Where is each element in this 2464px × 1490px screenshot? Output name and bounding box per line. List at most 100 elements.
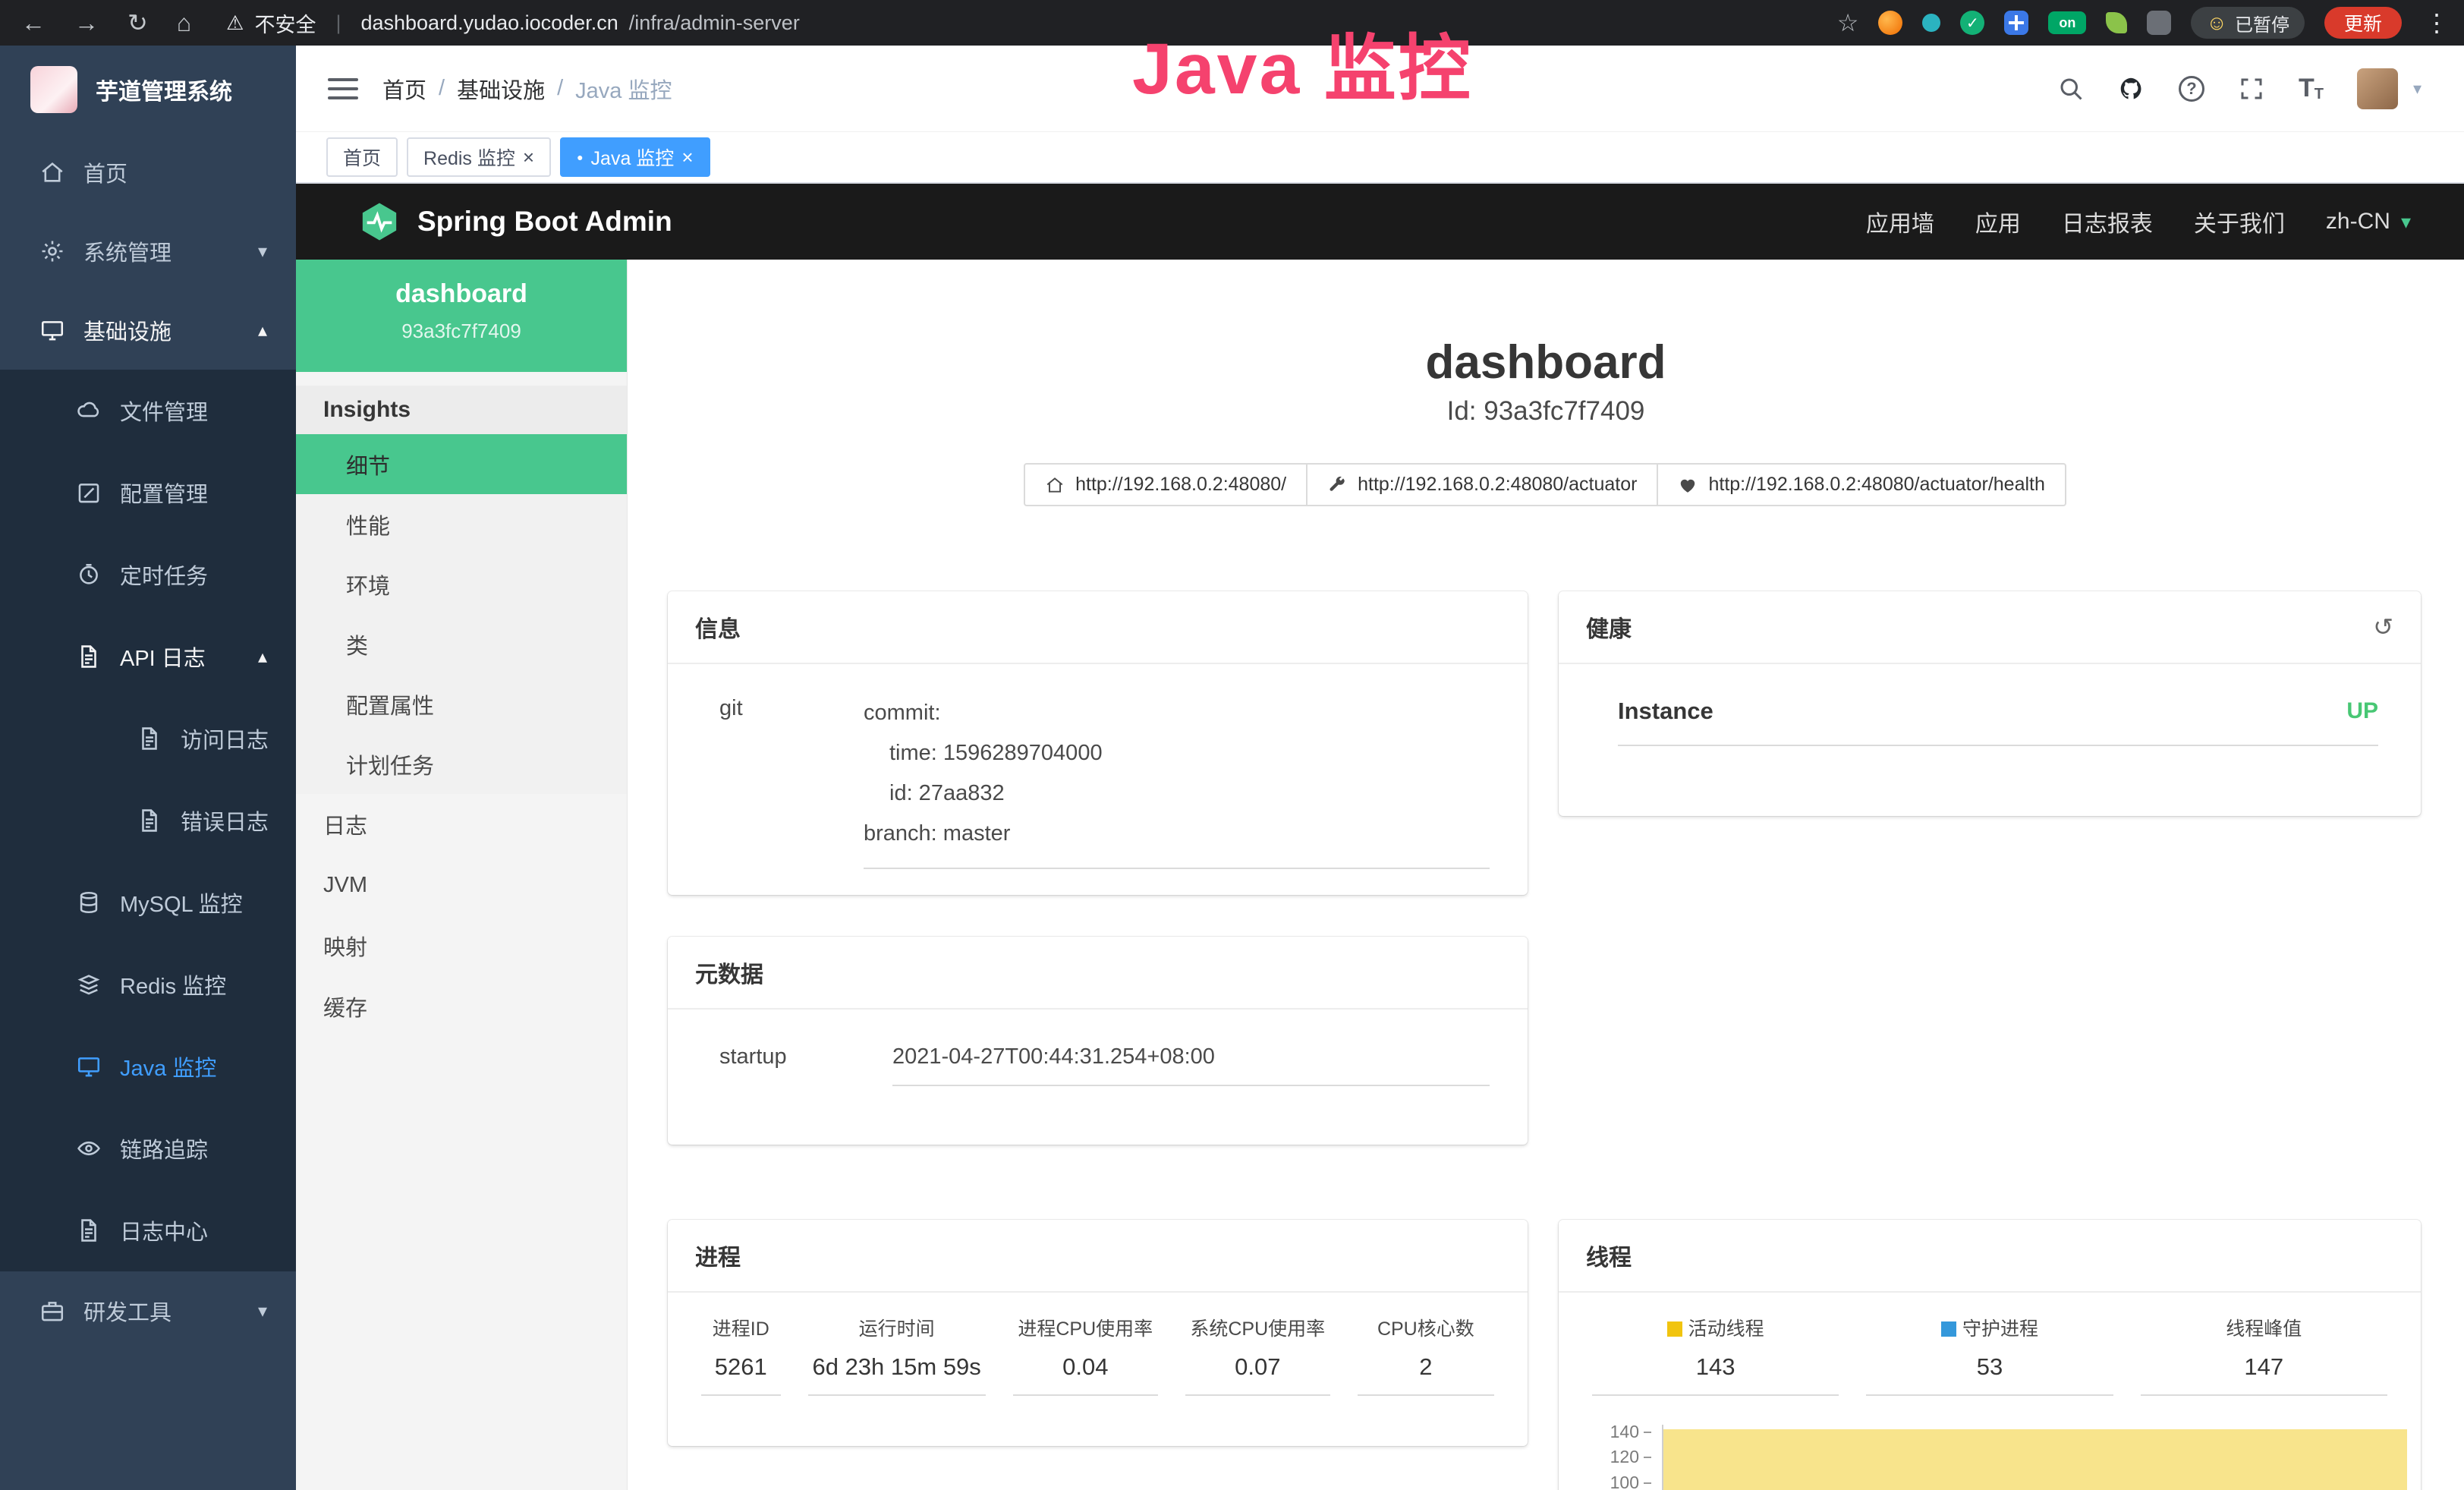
font-size-icon[interactable]: TT: [2299, 74, 2324, 103]
breadcrumb-home[interactable]: 首页: [382, 73, 426, 105]
browser-back-button[interactable]: ←: [21, 9, 46, 37]
browser-menu-icon[interactable]: ⋮: [2425, 8, 2449, 37]
process-card-title: 进程: [695, 1239, 741, 1272]
sba-locale-select[interactable]: zh-CN: [2326, 209, 2390, 235]
service-url-button[interactable]: http://192.168.0.2:48080/: [1024, 463, 1308, 506]
legend-yellow-icon: [1667, 1321, 1682, 1337]
avatar[interactable]: [2357, 68, 2398, 109]
live-threads-label: 活动线程: [1578, 1314, 1852, 1341]
process-pid-value: 5261: [701, 1353, 781, 1396]
sidebar-item-dev-tools[interactable]: 研发工具 ▾: [0, 1271, 296, 1350]
sba-sidebar-item-environment[interactable]: 环境: [296, 554, 627, 614]
bookmark-star-icon[interactable]: ☆: [1837, 8, 1859, 37]
sidebar-item-file-mgmt[interactable]: 文件管理: [0, 370, 296, 452]
sba-nav-wallboard[interactable]: 应用墙: [1866, 205, 1934, 238]
sba-main: dashboard Id: 93a3fc7f7409 http://192.16…: [628, 260, 2464, 1490]
sidebar-item-config-mgmt[interactable]: 配置管理: [0, 452, 296, 534]
instance-header[interactable]: dashboard 93a3fc7f7409: [296, 260, 627, 372]
address-divider: |: [335, 11, 341, 35]
extension-icon-toggle[interactable]: on: [2048, 11, 2086, 34]
sba-sidebar-item-details[interactable]: 细节: [296, 434, 627, 494]
hamburger-icon[interactable]: [328, 72, 358, 106]
chevron-down-icon[interactable]: ▾: [2413, 79, 2422, 99]
sba-nav-journal[interactable]: 日志报表: [2062, 205, 2153, 238]
browser-forward-button[interactable]: →: [74, 9, 99, 37]
sba-sidebar-item-logs[interactable]: 日志: [296, 794, 627, 855]
sba-sidebar-item-caches[interactable]: 缓存: [296, 976, 627, 1037]
infrastructure-submenu: 文件管理 配置管理 定时任务 API 日志 ▴ 访问日志 错误日志: [0, 370, 296, 1271]
process-uptime-value: 6d 23h 15m 59s: [808, 1353, 986, 1396]
security-label[interactable]: 不安全: [254, 8, 316, 38]
system-cpu-label: 系统CPU使用率: [1172, 1314, 1344, 1341]
browser-update-button[interactable]: 更新: [2324, 7, 2402, 39]
extension-icon-grid[interactable]: [2004, 11, 2028, 35]
close-icon[interactable]: ×: [523, 146, 534, 169]
sba-sidebar-group-insights[interactable]: Insights: [296, 386, 627, 434]
page-title: dashboard: [628, 335, 2464, 389]
sidebar-item-home[interactable]: 首页: [0, 133, 296, 212]
info-key-git: git: [719, 693, 864, 869]
tab-redis-monitor[interactable]: Redis 监控 ×: [407, 137, 551, 177]
monitor-icon: [39, 317, 65, 343]
extension-icon-check[interactable]: ✓: [1960, 11, 1984, 35]
sidebar-item-redis-monitor[interactable]: Redis 监控: [0, 943, 296, 1025]
app-logo-row[interactable]: 芋道管理系统: [0, 46, 296, 133]
url-domain[interactable]: dashboard.yudao.iocoder.cn: [360, 11, 618, 35]
sidebar-item-mysql-monitor[interactable]: MySQL 监控: [0, 862, 296, 943]
info-card: 信息 git commit: time: 1596289704000 id: 2…: [668, 591, 1528, 895]
sba-sidebar-item-config-props[interactable]: 配置属性: [296, 674, 627, 734]
history-icon[interactable]: ↺: [2373, 613, 2393, 641]
tab-java-monitor[interactable]: ● Java 监控 ×: [560, 137, 710, 177]
sba-nav-about[interactable]: 关于我们: [2194, 205, 2285, 238]
fullscreen-icon[interactable]: [2238, 75, 2265, 102]
extension-icon-leaf[interactable]: [2106, 12, 2127, 33]
sba-sidebar-item-scheduled[interactable]: 计划任务: [296, 734, 627, 794]
sba-nav-applications[interactable]: 应用: [1975, 205, 2021, 238]
sidebar-item-log-center[interactable]: 日志中心: [0, 1189, 296, 1271]
live-threads-value: 143: [1592, 1353, 1839, 1396]
process-pid-label: 进程ID: [688, 1314, 795, 1341]
breadcrumb-infrastructure[interactable]: 基础设施: [457, 73, 545, 105]
sba-sidebar-item-jvm[interactable]: JVM: [296, 855, 627, 915]
sba-sidebar-item-metrics[interactable]: 性能: [296, 494, 627, 554]
sidebar-item-java-monitor[interactable]: Java 监控: [0, 1025, 296, 1107]
actuator-url-button[interactable]: http://192.168.0.2:48080/actuator: [1306, 463, 1658, 506]
sidebar-item-system-mgmt[interactable]: 系统管理 ▾: [0, 212, 296, 291]
sidebar-item-infrastructure[interactable]: 基础设施 ▴: [0, 291, 296, 370]
sba-brand[interactable]: Spring Boot Admin: [417, 206, 672, 238]
url-path[interactable]: /infra/admin-server: [629, 11, 800, 35]
instance-id: 93a3fc7f7409: [296, 320, 627, 343]
search-icon[interactable]: [2057, 75, 2085, 102]
sba-sidebar-item-mappings[interactable]: 映射: [296, 915, 627, 976]
info-card-title: 信息: [695, 610, 741, 644]
eye-icon: [76, 1136, 102, 1161]
health-card-title: 健康: [1586, 610, 1632, 644]
metadata-startup-value: 2021-04-27T00:44:31.254+08:00: [892, 1044, 1490, 1086]
sidebar-item-api-logs[interactable]: API 日志 ▴: [0, 616, 296, 698]
sba-sidebar-item-classes[interactable]: 类: [296, 614, 627, 674]
browser-refresh-button[interactable]: ↻: [127, 8, 148, 37]
help-icon[interactable]: ?: [2179, 76, 2204, 102]
github-icon[interactable]: [2118, 75, 2145, 102]
cpu-cores-label: CPU核心数: [1344, 1314, 1508, 1341]
extensions-puzzle-icon[interactable]: [2147, 11, 2171, 35]
chevron-up-icon: ▴: [258, 646, 267, 668]
sidebar-item-scheduled-tasks[interactable]: 定时任务: [0, 534, 296, 616]
health-url-button[interactable]: http://192.168.0.2:48080/actuator/health: [1657, 463, 2066, 506]
sidebar-item-access-logs[interactable]: 访问日志: [0, 698, 296, 780]
extension-icon-drop[interactable]: [1922, 14, 1940, 32]
browser-home-button[interactable]: ⌂: [177, 9, 191, 37]
tab-home[interactable]: 首页: [326, 137, 398, 177]
address-bar[interactable]: ⚠ 不安全 | dashboard.yudao.iocoder.cn/infra…: [226, 8, 800, 38]
cloud-icon: [76, 398, 102, 424]
extension-icon-fox[interactable]: [1878, 11, 1902, 35]
threads-card: 线程 活动线程 143 守护进程 53 线程峰值 147 140 120 100: [1559, 1220, 2421, 1490]
paused-badge[interactable]: ☺ 已暂停: [2191, 7, 2305, 39]
document-icon: [76, 1218, 102, 1243]
sidebar-item-error-logs[interactable]: 错误日志: [0, 780, 296, 862]
close-icon[interactable]: ×: [681, 146, 693, 169]
gear-icon: [39, 238, 65, 264]
sidebar-item-trace[interactable]: 链路追踪: [0, 1107, 296, 1189]
home-icon: [1045, 475, 1065, 495]
app-logo: [30, 66, 77, 113]
